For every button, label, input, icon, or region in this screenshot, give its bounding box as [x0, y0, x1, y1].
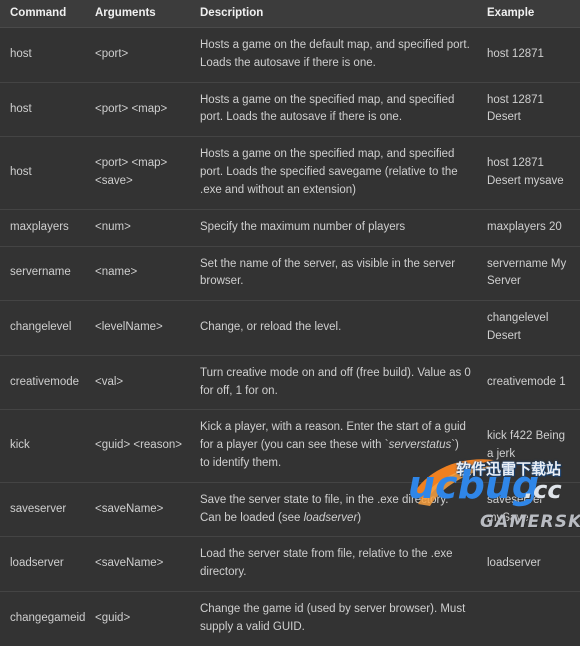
table-row: changegameid <guid> Change the game id (us…: [0, 591, 580, 646]
cell-example: kick f422 Being a jerk: [477, 409, 580, 483]
description-emphasis: serverstatus: [388, 439, 452, 452]
cell-example: saveserver mySave: [477, 481, 580, 537]
cell-arguments: <saveName>: [85, 481, 190, 537]
table-row: changelevel <levelName> Change, or reload …: [0, 300, 580, 356]
column-header-example: Example: [477, 0, 580, 28]
cell-command: saveserver: [0, 481, 85, 537]
cell-example: maxplayers 20: [477, 208, 580, 246]
cell-command: creativemode: [0, 354, 85, 410]
cell-description: Specify the maximum number of players: [190, 208, 477, 246]
table-row: servername <name> Set the name of the serv…: [0, 245, 580, 301]
cell-description: Hosts a game on the default map, and spe…: [190, 27, 477, 83]
table-row: host <port> Hosts a game on the default ma…: [0, 27, 580, 83]
cell-arguments: <num>: [85, 208, 190, 246]
cell-arguments: <saveName>: [85, 536, 190, 592]
table-row: saveserver <saveName> Save the server stat…: [0, 481, 580, 537]
cell-command: maxplayers: [0, 208, 85, 246]
cell-description: Change, or reload the level.: [190, 300, 477, 356]
cell-example: changelevel Desert: [477, 300, 580, 356]
cell-example: host 12871: [477, 27, 580, 83]
table-row: host <port> <map> Hosts a game on the spec…: [0, 81, 580, 137]
cell-description: Turn creative mode on and off (free buil…: [190, 354, 477, 410]
cell-command: changegameid: [0, 591, 85, 646]
commands-table: Command Arguments Description Example ho…: [0, 0, 580, 646]
cell-arguments: <port> <map>: [85, 81, 190, 137]
cell-example: loadserver: [477, 536, 580, 592]
cell-description: Kick a player, with a reason. Enter the …: [190, 409, 477, 483]
cell-description: Hosts a game on the specified map, and s…: [190, 81, 477, 137]
cell-command: loadserver: [0, 536, 85, 592]
cell-example: host 12871 Desert: [477, 81, 580, 137]
cell-command: host: [0, 27, 85, 83]
column-header-arguments: Arguments: [85, 0, 190, 28]
table-row: maxplayers <num> Specify the maximum numbe…: [0, 208, 580, 246]
header-row: Command Arguments Description Example: [0, 0, 580, 28]
description-emphasis: loadserver: [303, 511, 358, 524]
cell-command: kick: [0, 409, 85, 483]
cell-description: Save the server state to file, in the .e…: [190, 481, 477, 537]
column-header-command: Command: [0, 0, 85, 28]
table-row: loadserver <saveName> Load the server stat…: [0, 536, 580, 592]
cell-arguments: <levelName>: [85, 300, 190, 356]
cell-command: changelevel: [0, 300, 85, 356]
cell-arguments: <guid>: [85, 591, 190, 646]
cell-example: servername My Server: [477, 245, 580, 301]
table-body: host <port> Hosts a game on the default ma…: [0, 27, 580, 646]
table-header: Command Arguments Description Example: [0, 0, 580, 28]
cell-arguments: <guid> <reason>: [85, 409, 190, 483]
table-row: creativemode <val> Turn creative mode on a…: [0, 354, 580, 410]
table-row: host <port> <map> <save> Hosts a game on t…: [0, 136, 580, 210]
cell-arguments: <val>: [85, 354, 190, 410]
cell-command: host: [0, 81, 85, 137]
cell-arguments: <name>: [85, 245, 190, 301]
cell-description: Change the game id (used by server brows…: [190, 591, 477, 646]
column-header-description: Description: [190, 0, 477, 28]
cell-arguments: <port>: [85, 27, 190, 83]
cell-command: host: [0, 136, 85, 210]
cell-arguments: <port> <map> <save>: [85, 136, 190, 210]
cell-example: [477, 591, 580, 646]
cell-description: Set the name of the server, as visible i…: [190, 245, 477, 301]
cell-example: host 12871 Desert mysave: [477, 136, 580, 210]
cell-command: servername: [0, 245, 85, 301]
cell-description: Load the server state from file, relativ…: [190, 536, 477, 592]
table-row: kick <guid> <reason> Kick a player, with a…: [0, 409, 580, 483]
cell-description: Hosts a game on the specified map, and s…: [190, 136, 477, 210]
cell-example: creativemode 1: [477, 354, 580, 410]
